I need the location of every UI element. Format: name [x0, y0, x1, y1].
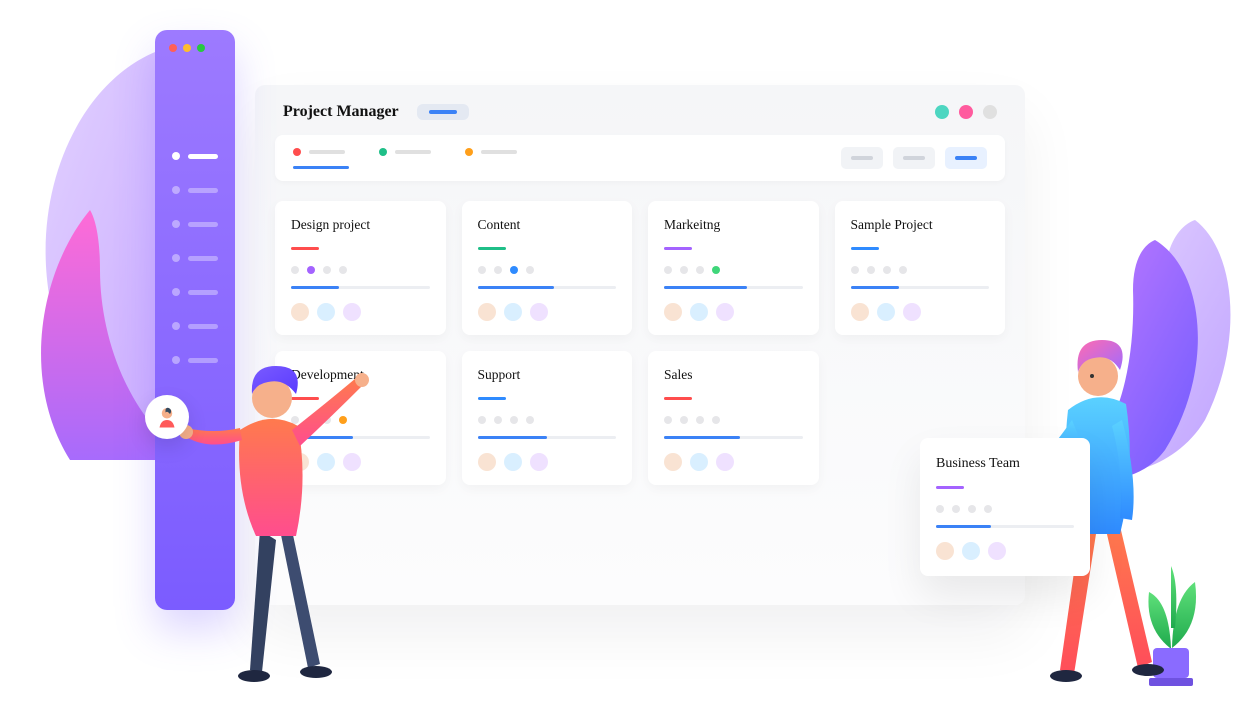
card-avatars — [478, 303, 617, 321]
card-progress — [851, 286, 990, 289]
card-accent — [478, 247, 506, 250]
card-dots — [664, 416, 803, 424]
sidebar-nav-item-3[interactable] — [172, 254, 218, 262]
header-avatars — [935, 105, 997, 119]
card-progress — [664, 286, 803, 289]
card-title: Business Team — [936, 456, 1074, 472]
card-title: Markeitng — [664, 217, 803, 233]
card-avatars — [851, 303, 990, 321]
header-pill-button[interactable] — [417, 104, 469, 120]
project-card-0[interactable]: Design project — [275, 201, 446, 335]
sidebar-nav-item-1[interactable] — [172, 186, 218, 194]
tab-2[interactable] — [465, 148, 521, 169]
card-dots — [664, 266, 803, 274]
card-dots — [851, 266, 990, 274]
card-accent — [664, 247, 692, 250]
sidebar-nav-item-5[interactable] — [172, 322, 218, 330]
sidebar-nav-item-0[interactable] — [172, 152, 218, 160]
sidebar-nav-item-2[interactable] — [172, 220, 218, 228]
app-header: Project Manager — [255, 85, 1025, 135]
card-dots — [478, 266, 617, 274]
window-min-dot[interactable] — [183, 44, 191, 52]
person-left-illustration — [180, 330, 380, 690]
toolbar-button-primary[interactable] — [945, 147, 987, 169]
card-dots — [936, 505, 1074, 513]
avatar — [936, 542, 954, 560]
card-progress — [936, 525, 1074, 528]
tab-1[interactable] — [379, 148, 435, 169]
card-progress — [478, 436, 617, 439]
window-close-dot[interactable] — [169, 44, 177, 52]
card-avatars — [291, 303, 430, 321]
toolbar — [275, 135, 1005, 181]
floating-card[interactable]: Business Team — [920, 438, 1090, 576]
card-accent — [291, 247, 319, 250]
card-progress — [478, 286, 617, 289]
header-avatar-1[interactable] — [935, 105, 949, 119]
project-card-3[interactable]: Sample Project — [835, 201, 1006, 335]
card-dots — [478, 416, 617, 424]
user-avatar-bubble[interactable] — [145, 395, 189, 439]
window-controls — [155, 30, 235, 52]
tabs — [293, 148, 521, 169]
card-accent — [851, 247, 879, 250]
card-title: Content — [478, 217, 617, 233]
card-progress — [291, 286, 430, 289]
tab-0[interactable] — [293, 148, 349, 169]
toolbar-button-1[interactable] — [841, 147, 883, 169]
window-max-dot[interactable] — [197, 44, 205, 52]
card-dots — [291, 266, 430, 274]
card-title: Support — [478, 367, 617, 383]
project-card-2[interactable]: Markeitng — [648, 201, 819, 335]
card-accent — [936, 486, 964, 489]
card-title: Design project — [291, 217, 430, 233]
card-progress — [664, 436, 803, 439]
project-card-5[interactable]: Support — [462, 351, 633, 485]
card-avatars — [664, 303, 803, 321]
project-card-1[interactable]: Content — [462, 201, 633, 335]
avatar — [962, 542, 980, 560]
page-title: Project Manager — [283, 103, 399, 121]
sidebar-nav-item-4[interactable] — [172, 288, 218, 296]
card-avatars — [664, 453, 803, 471]
card-title: Sample Project — [851, 217, 990, 233]
card-accent — [664, 397, 692, 400]
avatar — [988, 542, 1006, 560]
toolbar-buttons — [841, 147, 987, 169]
header-avatar-2[interactable] — [959, 105, 973, 119]
card-avatars — [478, 453, 617, 471]
project-card-6[interactable]: Sales — [648, 351, 819, 485]
card-avatars — [936, 542, 1074, 560]
card-accent — [478, 397, 506, 400]
card-title: Sales — [664, 367, 803, 383]
toolbar-button-2[interactable] — [893, 147, 935, 169]
header-avatar-3[interactable] — [983, 105, 997, 119]
